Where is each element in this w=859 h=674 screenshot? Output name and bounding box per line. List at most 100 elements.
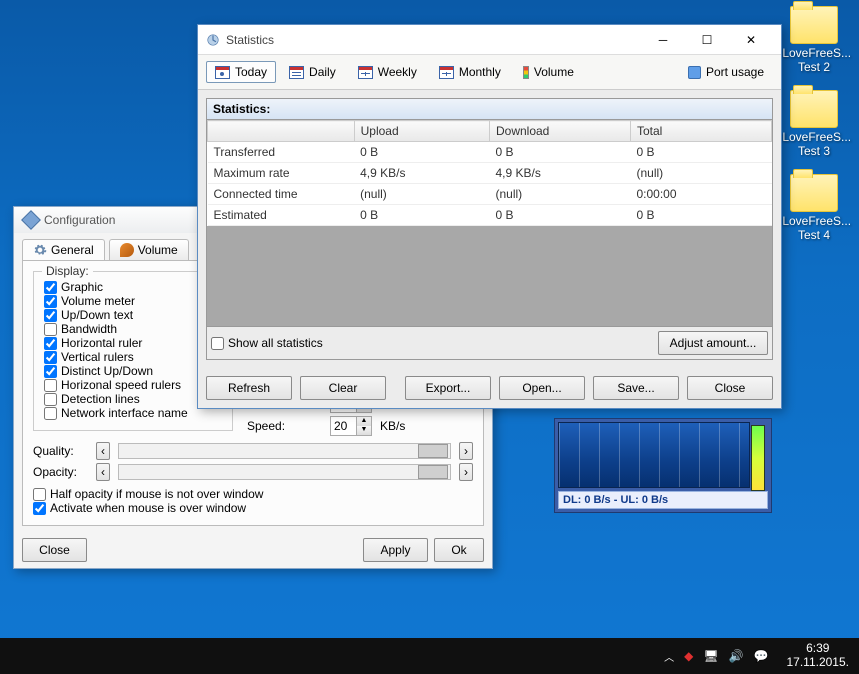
close-button[interactable]: ✕ xyxy=(729,26,773,54)
chk-half-opacity[interactable]: Half opacity if mouse is not over window xyxy=(33,487,473,501)
calendar-daily-icon xyxy=(289,66,304,79)
calendar-monthly-icon xyxy=(439,66,454,79)
apply-button[interactable]: Apply xyxy=(363,538,428,562)
slider-thumb[interactable] xyxy=(418,465,448,479)
table-row: Transferred0 B0 B0 B xyxy=(208,142,772,163)
tab-label: Volume xyxy=(138,243,178,257)
tab-weekly[interactable]: Weekly xyxy=(349,61,426,83)
icon-label: ILoveFreeS... Test 3 xyxy=(779,130,849,159)
config-buttonrow: Close Apply Ok xyxy=(14,532,492,568)
taskbar[interactable]: ︿ ◆ 🖥 🔊 💬 6:39 17.11.2015. xyxy=(0,638,859,674)
chk-show-all-statistics[interactable]: Show all statistics xyxy=(211,336,323,350)
stats-app-icon xyxy=(206,33,220,47)
spin-down-icon[interactable]: ▼ xyxy=(356,426,371,435)
chk-horizontal-ruler[interactable]: Horizontal ruler xyxy=(44,336,222,350)
calendar-weekly-icon xyxy=(358,66,373,79)
chk-horizontal-speed-rulers[interactable]: Horizonal speed rulers xyxy=(44,378,222,392)
tab-daily[interactable]: Daily xyxy=(280,61,345,83)
table-row: Maximum rate4,9 KB/s4,9 KB/s(null) xyxy=(208,163,772,184)
system-tray: ︿ ◆ 🖥 🔊 💬 6:39 17.11.2015. xyxy=(664,642,849,670)
network-graph xyxy=(558,422,750,488)
statistics-window: Statistics ─ ☐ ✕ Today Daily Weekly Mont… xyxy=(197,24,782,409)
stats-close-button[interactable]: Close xyxy=(687,376,773,400)
config-icon xyxy=(21,210,41,230)
open-button[interactable]: Open... xyxy=(499,376,585,400)
chk-updown-text[interactable]: Up/Down text xyxy=(44,308,222,322)
col-upload[interactable]: Upload xyxy=(354,121,489,142)
tab-general[interactable]: General xyxy=(22,239,105,260)
chk-activate-on-hover[interactable]: Activate when mouse is over window xyxy=(33,501,473,515)
config-title: Configuration xyxy=(44,213,115,227)
network-monitor-widget[interactable]: DL: 0 B/s - UL: 0 B/s xyxy=(554,418,772,513)
port-icon xyxy=(688,66,701,79)
clock-time: 6:39 xyxy=(786,642,849,656)
taskbar-clock[interactable]: 6:39 17.11.2015. xyxy=(786,642,849,670)
folder-icon xyxy=(790,90,838,128)
tray-network-icon[interactable]: 🖥 xyxy=(703,649,718,663)
clear-button[interactable]: Clear xyxy=(300,376,386,400)
opacity-left-button[interactable]: ‹ xyxy=(96,463,110,481)
desktop-folder-test2[interactable]: ILoveFreeS... Test 2 xyxy=(779,6,849,75)
stats-buttonrow: Refresh Clear Export... Open... Save... … xyxy=(198,368,781,408)
gear-icon xyxy=(33,243,47,257)
save-button[interactable]: Save... xyxy=(593,376,679,400)
chk-network-interface-name[interactable]: Network interface name xyxy=(44,406,222,420)
clock-date: 17.11.2015. xyxy=(786,656,849,670)
chk-bandwidth[interactable]: Bandwidth xyxy=(44,322,222,336)
desktop-folder-test3[interactable]: ILoveFreeS... Test 3 xyxy=(779,90,849,159)
stats-table: UploadDownloadTotal Transferred0 B0 B0 B… xyxy=(207,120,772,226)
stats-titlebar[interactable]: Statistics ─ ☐ ✕ xyxy=(198,25,781,55)
refresh-button[interactable]: Refresh xyxy=(206,376,292,400)
spin-up-icon[interactable]: ▲ xyxy=(356,417,371,426)
volume-meter-bar xyxy=(751,425,765,491)
ok-button[interactable]: Ok xyxy=(434,538,484,562)
network-status-text: DL: 0 B/s - UL: 0 B/s xyxy=(558,491,768,509)
tray-sound-icon[interactable]: 🔊 xyxy=(729,649,744,663)
col-download[interactable]: Download xyxy=(489,121,630,142)
table-row: Connected time(null)(null)0:00:00 xyxy=(208,184,772,205)
chk-detection-lines[interactable]: Detection lines xyxy=(44,392,222,406)
tab-volume[interactable]: Volume xyxy=(514,61,583,83)
tray-app-icon[interactable]: ◆ xyxy=(684,649,693,663)
tray-overflow-icon[interactable]: ︿ xyxy=(664,649,674,664)
col-name[interactable] xyxy=(208,121,355,142)
icon-label: ILoveFreeS... Test 2 xyxy=(779,46,849,75)
opacity-right-button[interactable]: › xyxy=(459,463,473,481)
quality-slider[interactable] xyxy=(118,443,451,459)
config-close-button[interactable]: Close xyxy=(22,538,87,562)
quality-right-button[interactable]: › xyxy=(459,442,473,460)
icon-label: ILoveFreeS... Test 4 xyxy=(779,214,849,243)
tray-notifications-icon[interactable]: 💬 xyxy=(754,649,769,663)
speed-spinner[interactable]: 20▲▼ xyxy=(330,416,372,436)
adjust-amount-button[interactable]: Adjust amount... xyxy=(658,331,768,355)
chk-volume-meter[interactable]: Volume meter xyxy=(44,294,222,308)
chk-distinct-updown[interactable]: Distinct Up/Down xyxy=(44,364,222,378)
tab-volume[interactable]: Volume xyxy=(109,239,189,260)
tab-label: General xyxy=(51,243,94,257)
quality-left-button[interactable]: ‹ xyxy=(96,442,110,460)
tab-monthly[interactable]: Monthly xyxy=(430,61,510,83)
stats-title: Statistics xyxy=(226,33,274,47)
volume-bar-icon xyxy=(523,66,529,79)
paint-icon xyxy=(120,243,134,257)
chk-vertical-rulers[interactable]: Vertical rulers xyxy=(44,350,222,364)
maximize-button[interactable]: ☐ xyxy=(685,26,729,54)
stats-header: Statistics: xyxy=(207,99,772,120)
folder-icon xyxy=(790,174,838,212)
export-button[interactable]: Export... xyxy=(405,376,491,400)
calendar-today-icon xyxy=(215,66,230,79)
row-speed: Speed:20▲▼KB/s xyxy=(247,416,425,436)
slider-thumb[interactable] xyxy=(418,444,448,458)
stats-toolbar: Today Daily Weekly Monthly Volume Port u… xyxy=(198,55,781,90)
opacity-slider[interactable] xyxy=(118,464,451,480)
folder-icon xyxy=(790,6,838,44)
col-total[interactable]: Total xyxy=(630,121,771,142)
quality-row: Quality:‹› xyxy=(33,442,473,460)
tab-port-usage[interactable]: Port usage xyxy=(679,61,773,83)
tab-today[interactable]: Today xyxy=(206,61,276,83)
table-row: Estimated0 B0 B0 B xyxy=(208,205,772,226)
desktop-folder-test4[interactable]: ILoveFreeS... Test 4 xyxy=(779,174,849,243)
chk-graphic[interactable]: Graphic xyxy=(44,280,222,294)
display-legend: Display: xyxy=(42,264,93,278)
minimize-button[interactable]: ─ xyxy=(641,26,685,54)
